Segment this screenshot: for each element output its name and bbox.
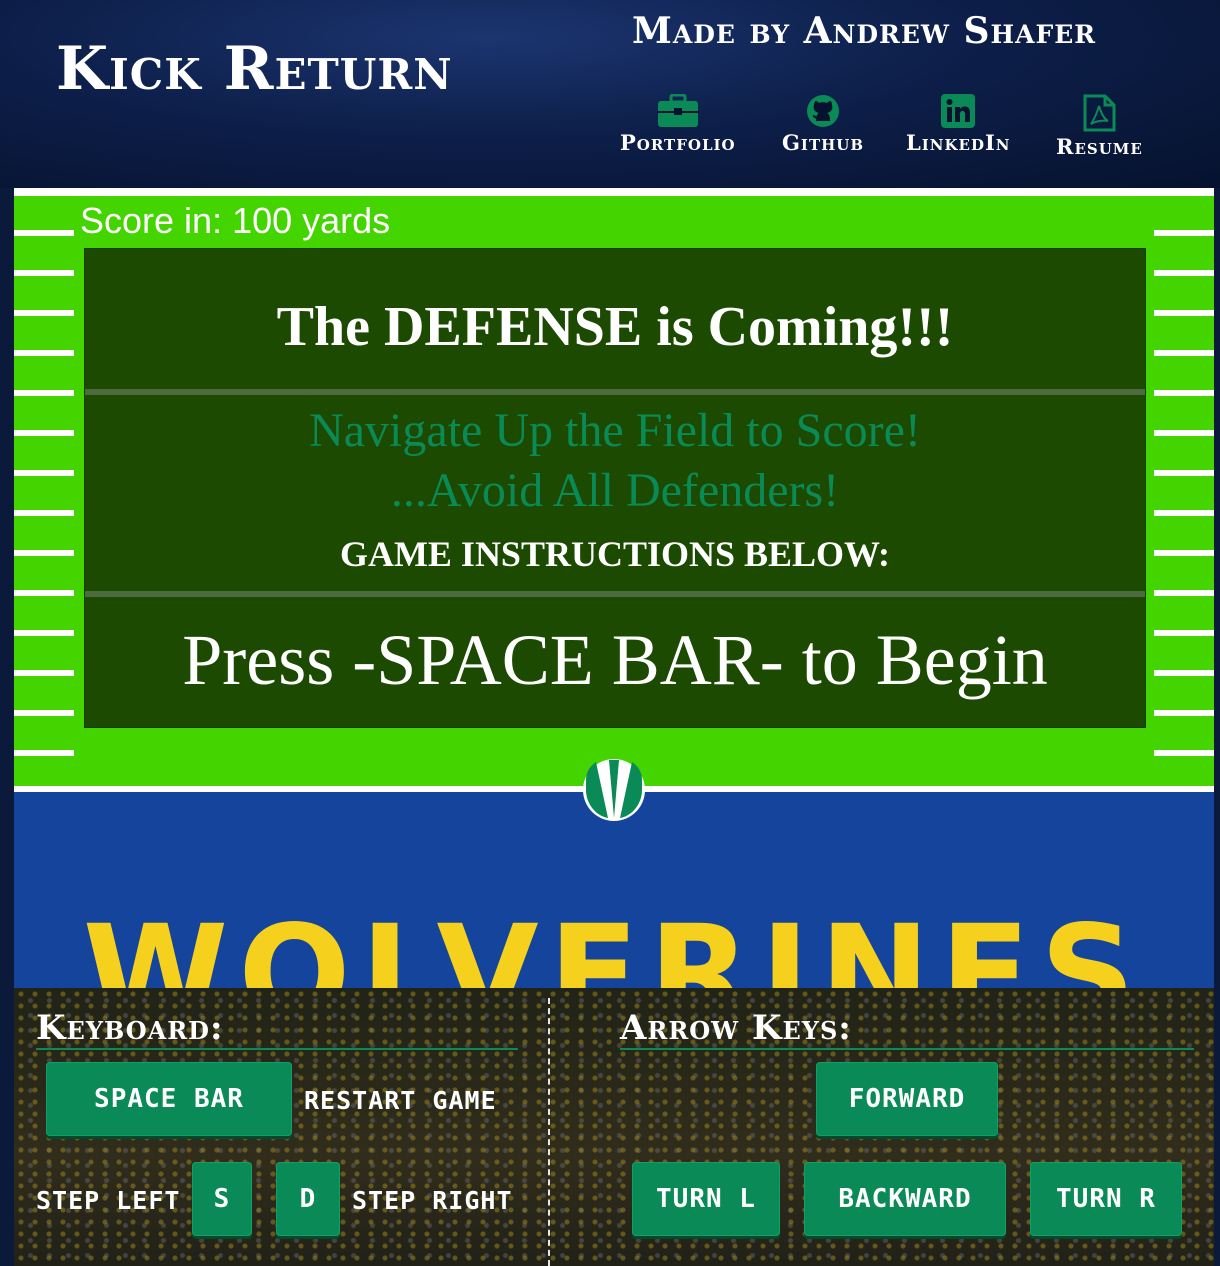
start-panel: The DEFENSE is Coming!!! Navigate Up the…: [84, 248, 1146, 728]
yard-hash-mark: [14, 670, 74, 676]
panel-divider: [85, 389, 1145, 395]
briefcase-icon: [657, 94, 698, 127]
social-links: Portfolio Github LinkedIn Resume: [616, 94, 1176, 174]
yard-hash-mark: [14, 270, 74, 276]
keyboard-heading-rule: [36, 1048, 518, 1050]
yard-hash-mark: [14, 230, 74, 236]
keyboard-heading: Keyboard:: [36, 1008, 224, 1048]
yard-hash-mark: [14, 630, 74, 636]
yard-hash-mark: [14, 750, 74, 756]
github-link[interactable]: Github: [782, 94, 864, 155]
forward-key[interactable]: FORWARD: [816, 1062, 998, 1136]
end-zone-text: WOLVERINES: [82, 897, 1146, 988]
s-key[interactable]: S: [192, 1162, 252, 1236]
player-icon: [583, 759, 645, 821]
pdf-icon: [1083, 94, 1116, 132]
yard-hash-mark: [14, 590, 74, 596]
yard-hash-mark: [14, 470, 74, 476]
objective-line-2: ...Avoid All Defenders!: [390, 464, 840, 517]
field-top-line: [14, 188, 1214, 196]
yard-hash-mark: [1154, 750, 1214, 756]
panel-divider: [85, 591, 1145, 597]
yard-hash-mark: [14, 390, 74, 396]
portfolio-link-label: Portfolio: [620, 130, 736, 155]
yard-hash-mark: [1154, 270, 1214, 276]
objective-line-1: Navigate Up the Field to Score!: [309, 404, 921, 457]
d-key[interactable]: D: [276, 1162, 340, 1236]
yard-hash-mark: [1154, 470, 1214, 476]
yard-hash-mark: [14, 550, 74, 556]
yard-hash-mark: [14, 510, 74, 516]
turn-right-key[interactable]: TURN R: [1030, 1162, 1182, 1236]
linkedin-link-label: LinkedIn: [906, 130, 1011, 155]
step-right-label: STEP RIGHT: [352, 1186, 513, 1215]
controls-divider: [548, 998, 550, 1266]
space-bar-key[interactable]: SPACE BAR: [46, 1062, 292, 1136]
instructions-heading: GAME INSTRUCTIONS BELOW:: [339, 534, 891, 574]
yard-hash-mark: [1154, 430, 1214, 436]
controls-panel: Keyboard: SPACE BAR RESTART GAME STEP LE…: [14, 988, 1214, 1266]
yard-hash-mark: [1154, 670, 1214, 676]
turn-left-key[interactable]: TURN L: [632, 1162, 780, 1236]
linkedin-icon: [941, 94, 976, 128]
yard-hash-mark: [14, 350, 74, 356]
resume-link-label: Resume: [1056, 134, 1143, 159]
linkedin-link[interactable]: LinkedIn: [906, 94, 1011, 155]
yard-hash-mark: [1154, 590, 1214, 596]
yard-hash-mark: [14, 430, 74, 436]
yard-hash-mark: [1154, 710, 1214, 716]
yard-hash-mark: [1154, 230, 1214, 236]
score-distance: Score in: 100 yards: [80, 200, 391, 241]
yard-hash-mark: [1154, 310, 1214, 316]
resume-link[interactable]: Resume: [1056, 94, 1143, 159]
game-field[interactable]: Score in: 100 yards The DEFENSE is Comin…: [14, 188, 1214, 988]
yard-hash-mark: [1154, 550, 1214, 556]
author-credit: Made by Andrew Shafer: [632, 10, 1097, 52]
github-icon: [807, 95, 840, 127]
start-prompt: Press -SPACE BAR- to Begin: [182, 620, 1048, 700]
backward-key[interactable]: BACKWARD: [804, 1162, 1006, 1236]
arrow-keys-heading-rule: [620, 1048, 1194, 1050]
step-left-label: STEP LEFT: [36, 1186, 181, 1215]
yard-hash-mark: [1154, 390, 1214, 396]
yard-hash-mark: [14, 310, 74, 316]
restart-game-label: RESTART GAME: [304, 1086, 497, 1115]
page-title: Kick Return: [56, 34, 453, 104]
yard-hash-mark: [1154, 630, 1214, 636]
portfolio-link[interactable]: Portfolio: [620, 94, 736, 155]
yard-hash-mark: [14, 710, 74, 716]
github-link-label: Github: [782, 130, 865, 155]
site-header: Kick Return Made by Andrew Shafer Portfo…: [0, 0, 1220, 188]
arrow-keys-heading: Arrow Keys:: [620, 1008, 852, 1048]
yard-hash-mark: [1154, 510, 1214, 516]
defense-headline: The DEFENSE is Coming!!!: [276, 296, 954, 358]
yard-hash-mark: [1154, 350, 1214, 356]
